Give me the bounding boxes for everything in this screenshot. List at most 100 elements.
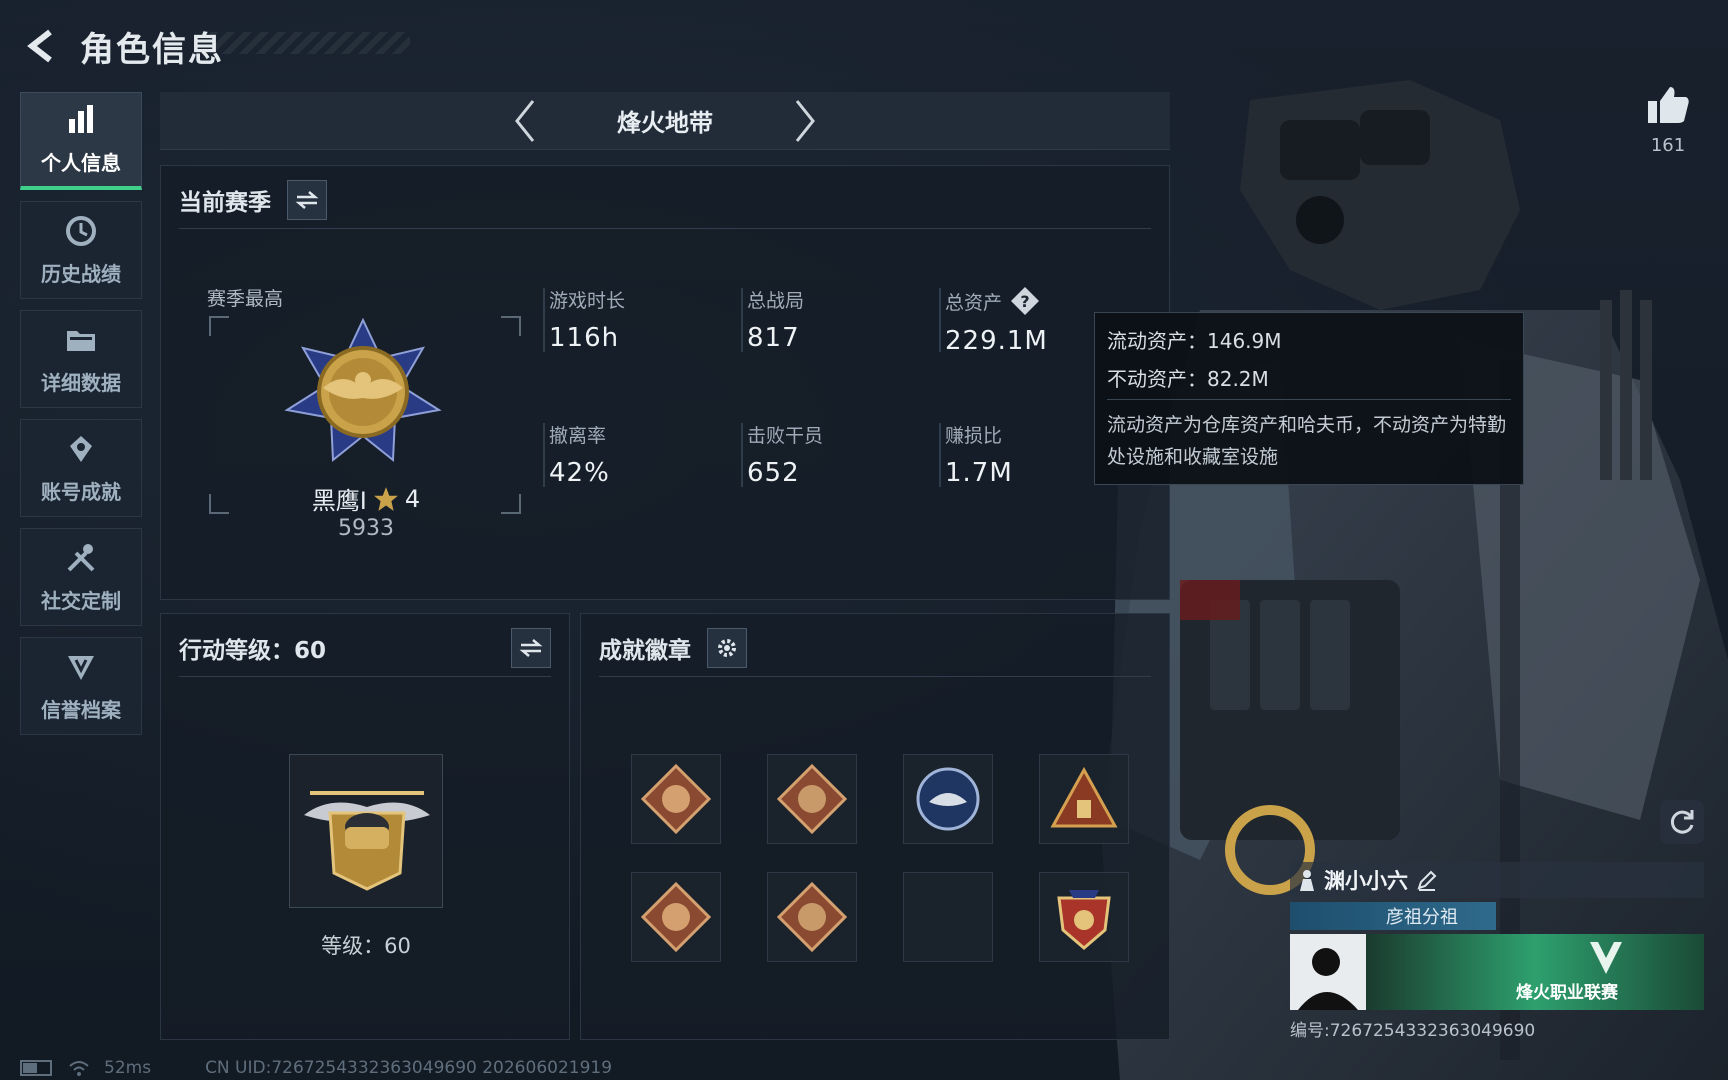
player-id: 编号:7267254332363049690 <box>1290 1021 1536 1041</box>
dragon-medal-icon <box>641 882 711 952</box>
medal-slot[interactable] <box>1039 754 1129 844</box>
stat-total-assets: 总资产 ? 229.1M <box>939 286 1048 356</box>
prev-mode-button[interactable] <box>505 96 545 146</box>
uid-text: CN UID:7267254332363049690 202606021919 <box>205 1058 613 1078</box>
rank-stars: 4 <box>404 484 421 513</box>
league-name: 烽火职业联赛 <box>1516 983 1618 1003</box>
rank-title: 黑鹰I <box>311 487 367 515</box>
medal-header: 成就徽章 <box>599 628 747 668</box>
player-icon <box>1300 870 1314 891</box>
header: 角色信息 <box>20 18 224 74</box>
avatar-image <box>1290 934 1366 1010</box>
season-heading: 当前赛季 <box>179 190 271 216</box>
rank-score: 5933 <box>338 516 394 541</box>
player-tag-text: 彦祖分祖 <box>1386 907 1458 928</box>
stat-value: 229.1M <box>945 326 1048 356</box>
player-tag: 彦祖分祖 <box>1290 902 1496 930</box>
edit-icon[interactable] <box>1416 869 1438 891</box>
like-button[interactable]: 161 <box>1640 85 1696 156</box>
divider <box>179 228 1151 229</box>
medal-heading: 成就徽章 <box>599 638 691 664</box>
help-icon[interactable]: ? <box>1010 286 1040 316</box>
stat-label: 总战局 <box>747 290 805 312</box>
level-text: 等级：60 <box>321 934 411 958</box>
next-mode-button[interactable] <box>785 96 825 146</box>
league-banner: 烽火职业联赛 <box>1366 934 1704 1010</box>
divider <box>1107 399 1511 400</box>
sidebar-item-label: 个人信息 <box>41 151 121 175</box>
sidebar-item-social[interactable]: 社交定制 <box>20 528 142 626</box>
medal-panel: 成就徽章 <box>580 613 1170 1040</box>
swap-icon <box>295 191 319 209</box>
medal-slot-empty[interactable] <box>903 872 993 962</box>
pyramid-medal-icon <box>1050 766 1118 828</box>
sidebar-item-achievements[interactable]: 账号成就 <box>20 419 142 517</box>
status-footer: 52ms CN UID:7267254332363049690 20260602… <box>20 1058 612 1078</box>
latency: 52ms <box>104 1058 152 1078</box>
wifi-icon <box>69 1061 89 1076</box>
level-header: 行动等级：60 <box>179 628 551 668</box>
medal-slot[interactable] <box>631 754 721 844</box>
season-panel: 当前赛季 赛季最高 黑鹰I 4 5933 游戏时长 116h 总战局 817 总… <box>160 165 1170 600</box>
liquid-assets: 流动资产：146.9M <box>1107 329 1282 353</box>
stat-value: 652 <box>747 458 800 488</box>
medal-slot[interactable] <box>631 872 721 962</box>
tools-icon <box>67 543 95 571</box>
sidebar: 个人信息 历史战绩 详细数据 账号成就 社交定制 信誉档案 <box>20 92 142 746</box>
season-header: 当前赛季 <box>179 180 327 220</box>
rotate-view-button[interactable] <box>1660 800 1704 844</box>
sidebar-item-detailed-data[interactable]: 详细数据 <box>20 310 142 408</box>
mode-title: 烽火地带 <box>617 109 713 137</box>
sidebar-item-label: 详细数据 <box>41 370 121 395</box>
stat-value: 42% <box>549 458 610 488</box>
stat-operators-defeated: 击败干员 652 <box>741 421 823 488</box>
swap-icon <box>519 639 543 657</box>
mode-selector: 烽火地带 <box>160 92 1170 150</box>
sidebar-item-label: 社交定制 <box>41 588 121 613</box>
stat-profit-ratio: 赚损比 1.7M <box>939 421 1013 488</box>
switch-level-button[interactable] <box>511 628 551 668</box>
level-panel: 行动等级：60 等级：60 <box>160 613 570 1040</box>
eagle-medal-icon <box>916 767 980 831</box>
stat-playtime: 游戏时长 116h <box>543 286 625 353</box>
folder-icon <box>67 330 95 351</box>
sidebar-item-history[interactable]: 历史战绩 <box>20 201 142 299</box>
battery-icon <box>20 1060 52 1076</box>
fixed-assets: 不动资产：82.2M <box>1107 367 1269 391</box>
sidebar-item-label: 历史战绩 <box>41 261 121 286</box>
medal-slot[interactable] <box>1039 872 1129 962</box>
player-name: 渊小小六 <box>1324 869 1408 893</box>
medal-slot[interactable] <box>767 872 857 962</box>
assets-tooltip: 流动资产：146.9M 不动资产：82.2M 流动资产为仓库资产和哈夫币，不动资… <box>1094 312 1524 485</box>
player-banner: 烽火职业联赛 <box>1290 934 1704 1010</box>
stat-extraction-rate: 撤离率 42% <box>543 421 610 488</box>
sidebar-item-credit[interactable]: 信誉档案 <box>20 637 142 735</box>
back-button[interactable] <box>20 24 64 68</box>
title-decoration <box>210 32 410 54</box>
player-name-row: 渊小小六 <box>1290 862 1704 898</box>
stat-total-matches: 总战局 817 <box>741 286 805 353</box>
switch-season-button[interactable] <box>287 180 327 220</box>
dragon-medal-icon <box>777 882 847 952</box>
medal-slot[interactable] <box>767 754 857 844</box>
refresh-icon <box>1670 810 1694 834</box>
page-title: 角色信息 <box>80 29 224 70</box>
dragon-medal-icon <box>641 764 711 834</box>
assets-description: 流动资产为仓库资产和哈夫币，不动资产为特勤处设施和收藏室设施 <box>1107 414 1507 468</box>
sidebar-item-personal-info[interactable]: 个人信息 <box>20 92 142 190</box>
helicopter-badge-icon <box>304 791 430 891</box>
league-logo-icon <box>1590 942 1622 974</box>
rank-badge-icon <box>284 318 442 463</box>
stat-label: 撤离率 <box>549 425 607 447</box>
medal-slot[interactable] <box>903 754 993 844</box>
level-heading: 行动等级：60 <box>179 638 327 664</box>
shield-icon <box>68 655 94 680</box>
chevron-left-icon <box>515 99 535 142</box>
back-arrow-icon <box>27 29 52 63</box>
player-card: 渊小小六 彦祖分祖 烽火职业联赛 编号:7267254332363049690 <box>1290 862 1704 1041</box>
thumbs-up-icon <box>1648 87 1689 123</box>
divider <box>179 676 551 677</box>
dragon-medal-icon <box>777 764 847 834</box>
avatar[interactable] <box>1290 934 1366 1010</box>
medal-settings-button[interactable] <box>707 628 747 668</box>
